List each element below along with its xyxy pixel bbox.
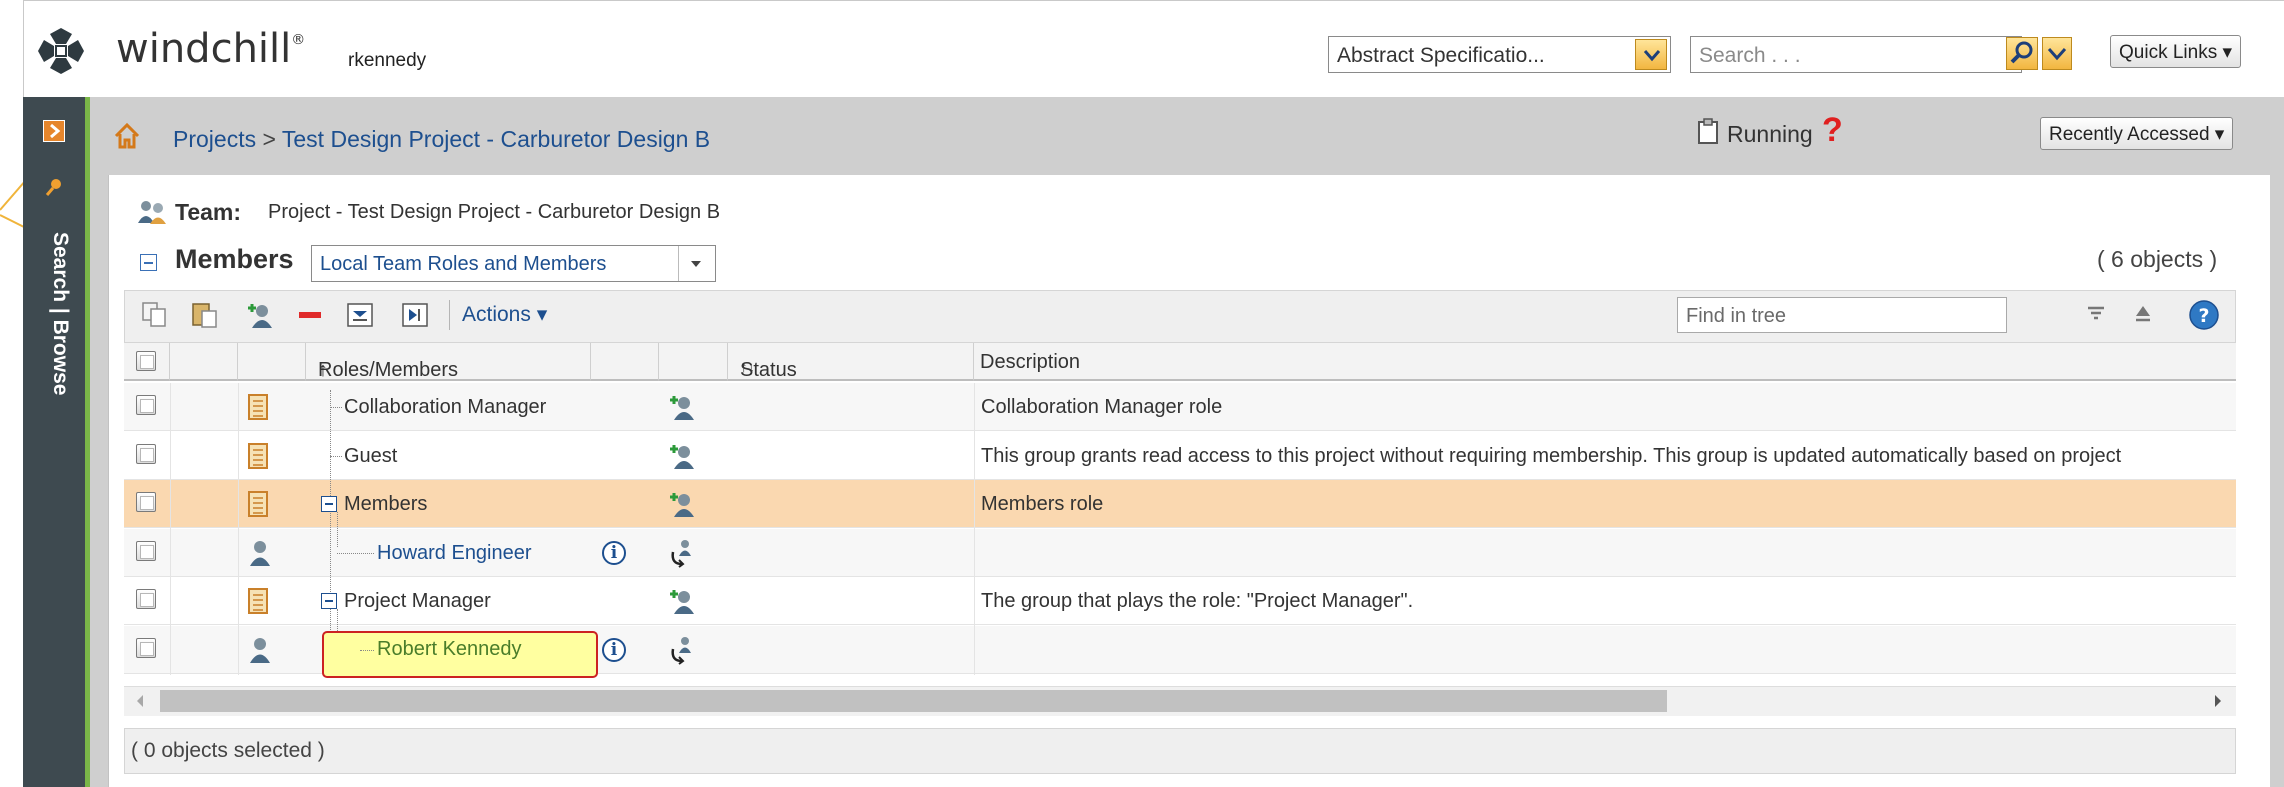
tree-connector — [330, 390, 331, 670]
expand-navigator-icon[interactable] — [43, 120, 65, 142]
current-username: rkennedy — [348, 50, 427, 71]
brand-name: windchill® — [116, 26, 306, 72]
role-name[interactable]: Members — [344, 493, 427, 516]
info-icon[interactable]: i — [602, 638, 626, 662]
role-name[interactable]: Guest — [344, 445, 397, 468]
collapse-rows-icon[interactable] — [400, 300, 430, 330]
column-header-blank-2 — [238, 343, 306, 381]
breadcrumb: Projects > Test Design Project - Carbure… — [173, 126, 711, 152]
role-icon — [248, 394, 268, 420]
home-icon[interactable] — [113, 122, 141, 150]
tree-connector — [337, 553, 374, 554]
svg-text:?: ? — [2198, 305, 2209, 327]
user-icon — [250, 638, 270, 663]
role-name[interactable]: Project Manager — [344, 590, 491, 613]
scrollbar-thumb[interactable] — [160, 690, 1667, 712]
column-header-description[interactable]: Description — [974, 343, 2236, 381]
row-checkbox[interactable] — [136, 395, 156, 415]
object-count: ( 6 objects ) — [2097, 246, 2218, 272]
team-label: Team: — [175, 199, 242, 225]
selection-status: ( 0 objects selected ) — [131, 739, 325, 762]
row-checkbox[interactable] — [136, 444, 156, 464]
column-header-blank-3 — [591, 343, 659, 381]
column-header-blank-4 — [659, 343, 728, 381]
selection-footer: ( 0 objects selected ) — [124, 728, 2236, 774]
sort-icon[interactable] — [2132, 303, 2154, 325]
search-icon[interactable] — [2006, 37, 2038, 70]
tree-connector — [330, 407, 342, 408]
breadcrumb-project-link[interactable]: Test Design Project - Carburetor Design … — [282, 126, 710, 152]
chevron-down-icon[interactable] — [1635, 39, 1667, 70]
find-in-tree-input[interactable]: Find in tree — [1677, 297, 2007, 333]
column-header-blank-1 — [170, 343, 238, 381]
column-header-status[interactable]: Status ↑↓ — [728, 343, 974, 381]
row-checkbox[interactable] — [136, 638, 156, 658]
replace-member-icon[interactable] — [668, 538, 696, 568]
user-icon — [250, 541, 270, 566]
role-icon — [248, 588, 268, 614]
role-name[interactable]: Collaboration Manager — [344, 396, 546, 419]
member-name-link[interactable]: Robert Kennedy — [377, 638, 522, 661]
info-icon[interactable]: i — [602, 541, 626, 565]
context-select-value: Abstract Specificatio... — [1337, 44, 1545, 67]
select-all-header — [124, 343, 170, 381]
expand-rows-icon[interactable] — [345, 300, 375, 330]
remove-icon[interactable] — [295, 300, 325, 330]
column-header-roles-members[interactable]: Roles/Members ↑ — [306, 343, 591, 381]
chevron-down-icon[interactable] — [2042, 37, 2072, 70]
role-description: This group grants read access to this pr… — [981, 445, 2122, 467]
scroll-right-icon[interactable] — [2212, 693, 2224, 709]
team-context-name: Project - Test Design Project - Carburet… — [268, 201, 721, 223]
tree-connector — [330, 456, 342, 457]
member-name-link[interactable]: Howard Engineer — [377, 542, 532, 565]
chevron-down-icon[interactable] — [690, 260, 702, 268]
role-icon — [248, 443, 268, 469]
grid-line — [238, 383, 239, 675]
recently-accessed-button[interactable]: Recently Accessed ▾ — [2040, 117, 2234, 150]
role-description: Collaboration Manager role — [981, 396, 1223, 418]
pin-icon[interactable] — [44, 177, 64, 197]
search-input[interactable]: Search . . . — [1690, 36, 2022, 73]
tree-connector — [337, 512, 338, 547]
row-checkbox[interactable] — [136, 492, 156, 512]
tree-connector — [360, 650, 374, 651]
collapse-members-icon[interactable] — [140, 254, 157, 271]
toolbar-divider — [449, 300, 450, 330]
team-icon — [138, 201, 166, 224]
clipboard-icon — [1698, 118, 1718, 144]
actions-menu[interactable]: Actions ▾ — [462, 302, 547, 327]
grid-line — [974, 383, 975, 675]
help-icon[interactable]: ? — [2188, 299, 2220, 331]
select-all-checkbox[interactable] — [136, 351, 156, 371]
running-status-link[interactable]: Running — [1727, 121, 1813, 148]
windchill-logo-icon[interactable] — [36, 26, 86, 76]
table-row[interactable] — [124, 480, 2236, 528]
row-checkbox[interactable] — [136, 589, 156, 609]
filter-icon[interactable] — [2085, 303, 2107, 325]
add-member-icon[interactable] — [668, 393, 696, 421]
replace-member-icon[interactable] — [668, 635, 696, 665]
search-browse-tab[interactable]: Search | Browse — [36, 232, 72, 452]
breadcrumb-projects-link[interactable]: Projects — [173, 126, 256, 152]
members-section-title: Members — [175, 244, 294, 274]
add-member-icon[interactable] — [668, 587, 696, 615]
copy-icon[interactable] — [140, 300, 170, 330]
paste-icon[interactable] — [190, 300, 220, 330]
add-user-icon[interactable] — [245, 300, 275, 330]
role-description: Members role — [981, 493, 1104, 515]
row-checkbox[interactable] — [136, 541, 156, 561]
context-select[interactable]: Abstract Specificatio... — [1328, 36, 1671, 73]
role-description: The group that plays the role: "Project … — [981, 590, 1414, 612]
quick-links-button[interactable]: Quick Links ▾ — [2110, 35, 2242, 68]
scroll-left-icon[interactable] — [134, 693, 146, 709]
role-icon — [248, 491, 268, 517]
collapse-node-icon[interactable] — [321, 496, 337, 512]
collapse-node-icon[interactable] — [321, 593, 337, 609]
members-view-select[interactable]: Local Team Roles and Members — [311, 245, 716, 282]
add-member-icon[interactable] — [668, 490, 696, 518]
grid-line — [170, 383, 171, 675]
add-member-icon[interactable] — [668, 442, 696, 470]
help-question-icon[interactable]: ? — [1822, 111, 1843, 150]
